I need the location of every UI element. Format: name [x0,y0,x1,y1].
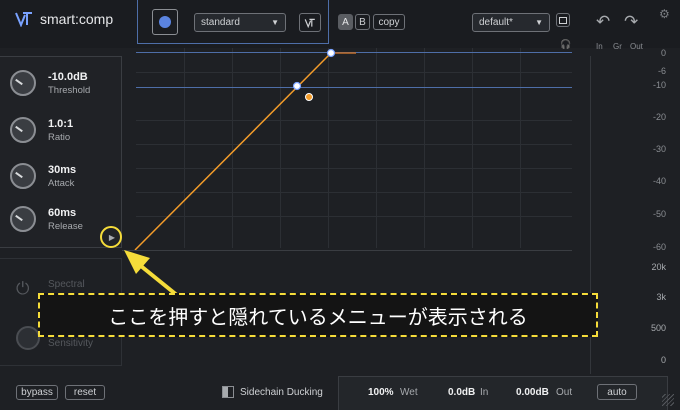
out-gain-label: Out [556,387,573,398]
learn-icon [304,18,315,28]
freq-tick: 20k [651,262,666,272]
save-button[interactable] [556,13,570,27]
spectrum-divider [122,250,572,251]
ceiling-line [136,52,572,53]
db-tick: -50 [652,209,666,219]
hidden-menu-toggle-button[interactable]: ▶ [100,226,122,248]
dropdown-arrow-icon: ▼ [535,18,543,27]
db-tick: -30 [652,144,666,154]
annotation-box: ここを押すと隠れているメニューが表示される [38,293,598,337]
in-gain-value[interactable]: 0.0dB [448,387,475,398]
transfer-graph[interactable] [136,48,572,248]
preset-name-select[interactable]: default* ▼ [472,13,550,32]
learn-button[interactable] [299,13,321,32]
power-icon[interactable]: ⏻ [16,279,29,299]
out-gain-value[interactable]: 0.00dB [516,387,549,398]
save-icon [559,16,567,24]
ab-button-b[interactable]: B [355,14,370,30]
copy-button[interactable]: copy [373,14,405,30]
release-label: Release [48,220,83,232]
dropdown-arrow-icon: ▼ [271,18,279,27]
resize-grip-icon[interactable] [662,394,674,406]
sensitivity-label: Sensitivity [48,338,94,349]
play-triangle-icon: ▶ [108,232,116,242]
freq-tick: 3k [656,292,666,302]
threshold-label: Threshold [48,84,91,96]
record-button[interactable] [152,9,178,35]
freq-scale: 20k 3k 500 0 [600,256,680,366]
threshold-knob[interactable] [10,70,36,96]
db-tick: 0 [660,48,666,58]
attack-knob[interactable] [10,163,36,189]
threshold-control[interactable]: -10.0dB Threshold [10,70,90,96]
db-tick: -6 [657,66,666,76]
attack-value: 30ms [48,163,77,176]
attack-control[interactable]: 30ms Attack [10,163,76,189]
gear-icon[interactable]: ⚙ [659,7,670,21]
release-control[interactable]: 60ms Release [10,206,83,232]
freq-tick: 0 [660,355,666,365]
undo-icon[interactable]: ↶ [596,12,610,32]
in-gain-label: In [480,387,489,398]
redo-icon[interactable]: ↷ [624,12,638,32]
db-tick: -20 [652,112,666,122]
logo-text: smart:comp [40,11,114,27]
ratio-control[interactable]: 1.0:1 Ratio [10,117,73,143]
db-scale: 0 -6 -10 -20 -30 -40 -50 -60 [600,46,680,256]
ratio-value: 1.0:1 [48,117,74,130]
threshold-line[interactable] [136,87,572,88]
sidechain-toggle[interactable] [222,386,234,398]
db-tick: -60 [652,242,666,252]
reset-button[interactable]: reset [65,385,105,400]
db-tick: -10 [652,80,666,90]
ratio-knob[interactable] [10,117,36,143]
bypass-button[interactable]: bypass [16,385,58,400]
logo: smart:comp [14,11,113,27]
attack-label: Attack [48,177,75,189]
freq-tick: 500 [650,323,666,333]
db-tick: -40 [652,176,666,186]
threshold-value: -10.0dB [48,70,88,83]
smart-comp-window: smart:comp standard ▼ A B copy default* … [0,0,680,410]
annotation-text: ここを押すと隠れているメニューが表示される [108,304,528,329]
record-dot-icon [159,16,171,28]
wet-label: Wet [400,387,418,398]
ab-button-a[interactable]: A [338,14,353,30]
preset-mode-select[interactable]: standard ▼ [194,13,286,32]
auto-gain-button[interactable]: auto [597,384,637,400]
wet-value[interactable]: 100% [368,387,394,398]
logo-icon [15,12,32,27]
release-value: 60ms [48,206,77,219]
sensitivity-knob[interactable] [16,326,40,350]
ratio-label: Ratio [48,131,71,143]
release-knob[interactable] [10,206,36,232]
spectral-label: Spectral [48,279,85,290]
sidechain-label: Sidechain Ducking [240,387,323,398]
